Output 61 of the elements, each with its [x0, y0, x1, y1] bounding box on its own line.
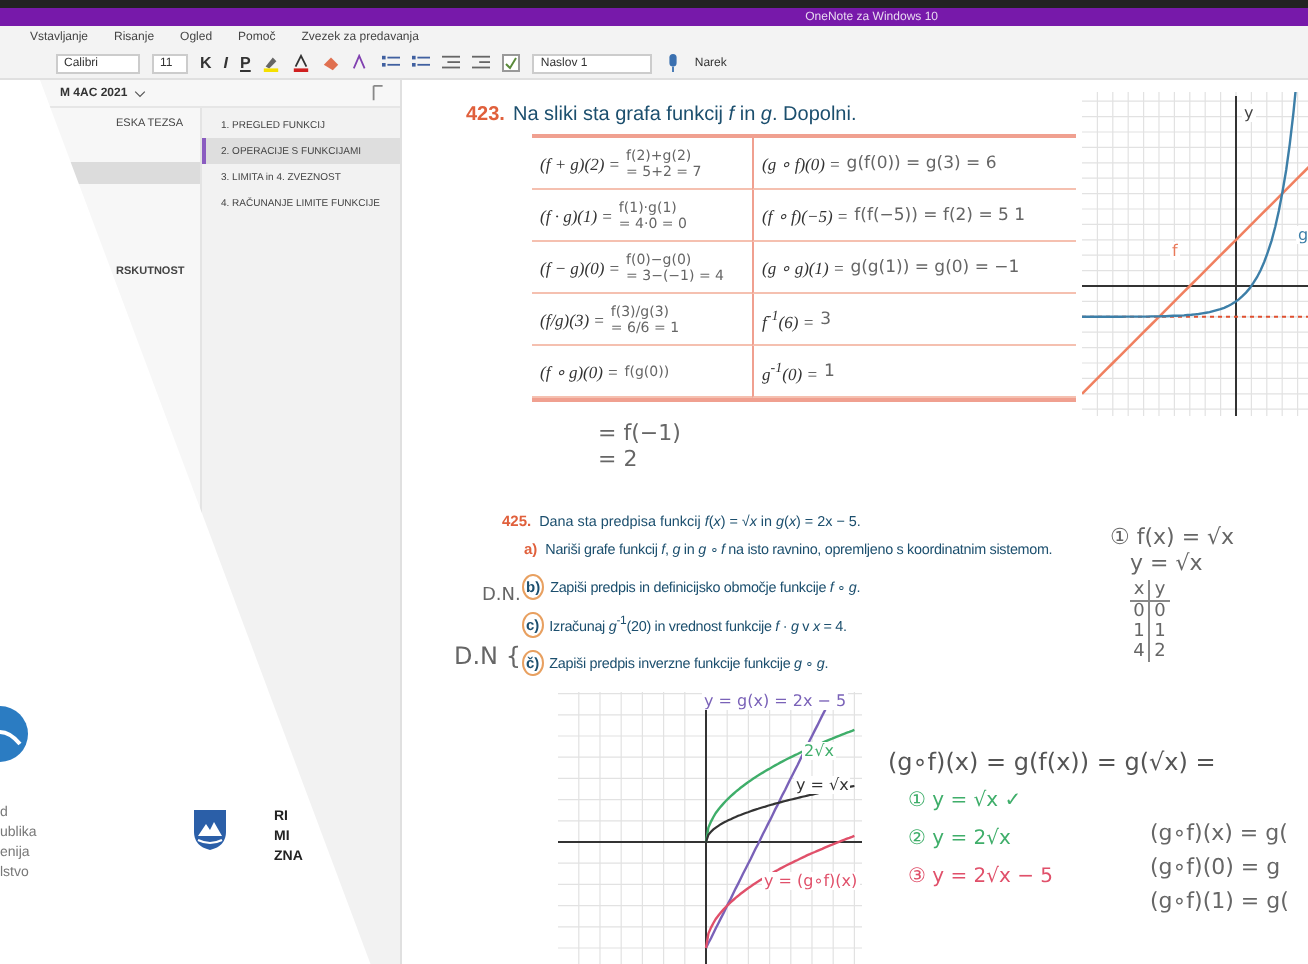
handwritten-note: ③ y = 2√x − 5	[908, 863, 1054, 892]
graph-label: y = g(x) = 2x − 5	[702, 692, 849, 710]
graph-label: y = (g∘f)(x)	[762, 872, 860, 890]
table-cell-text: 0	[1152, 602, 1168, 622]
handwritten-note: (g∘f)(1) = g(	[1150, 888, 1289, 914]
graph-label: 2√x	[802, 742, 836, 760]
handwritten-answer: g(f(0)) = g(3) = 6	[846, 153, 997, 173]
math-expression: (f ∘ g)(0) =	[540, 361, 619, 381]
handwritten-note: (g∘f)(x) = g(f(x)) = g(√x) =	[888, 746, 1216, 780]
microphone-icon[interactable]	[664, 54, 683, 72]
math-expression: g$^{-1}$(0) =	[762, 359, 818, 383]
pin-icon[interactable]	[370, 84, 388, 102]
math-expression: (f · g)(1) =	[540, 205, 613, 225]
graph-label: f	[1170, 242, 1180, 260]
math-expression: (g ∘ g)(1) =	[762, 257, 845, 277]
problem-number: 423.	[466, 104, 505, 126]
bold-button[interactable]: K	[200, 54, 212, 72]
font-color-icon[interactable]	[292, 54, 311, 72]
margin-note: D.N.	[482, 586, 521, 606]
highlighter-icon[interactable]	[262, 54, 281, 72]
handwritten-note: ① f(x) = √x	[1110, 524, 1235, 550]
bullet-list-icon[interactable]	[382, 54, 401, 72]
table-cell: 4	[1130, 642, 1150, 662]
math-expression: f$^{-1}$(6) =	[762, 307, 815, 331]
graph-label: y = √x	[794, 776, 851, 794]
handwritten-answer: = f(−1)	[598, 420, 681, 446]
handwritten-answer: f(f(−5)) = f(2) = 5 1	[854, 205, 1026, 225]
underline-button[interactable]: P	[240, 54, 251, 72]
handwritten-note: (g∘f)(0) = g	[1150, 854, 1281, 880]
handwritten-answer: 1	[823, 361, 835, 381]
indent-icon[interactable]	[472, 54, 491, 72]
handwritten-answer: g(g(1)) = g(0) = −1	[850, 257, 1020, 277]
graph-label: g	[1296, 226, 1308, 244]
handwritten-note: ② y = 2√x	[908, 825, 1011, 854]
handwritten-answer: 3	[820, 309, 831, 329]
math-expression: (f ∘ f)(−5) =	[762, 205, 849, 225]
numbered-list-icon[interactable]	[412, 54, 431, 72]
coat-of-arms-icon	[192, 808, 228, 852]
math-expression: (f − g)(0) =	[540, 257, 621, 277]
eraser-icon[interactable]	[322, 54, 341, 72]
todo-checkbox[interactable]	[502, 54, 521, 72]
text-style-icon[interactable]	[352, 54, 371, 72]
table-cell: y	[1150, 580, 1170, 602]
handwritten-note: y = √x	[1130, 550, 1203, 576]
math-expression: (f + g)(2) =	[540, 153, 621, 173]
table-cell: x	[1130, 580, 1150, 602]
graph-label: y	[1242, 104, 1256, 122]
handwritten-note: ① y = √x ✓	[908, 787, 1022, 816]
outdent-icon[interactable]	[442, 54, 461, 72]
chevron-down-icon[interactable]	[133, 87, 146, 99]
table-cell: 1	[1130, 622, 1150, 642]
table-cell-text: 1	[1152, 622, 1168, 642]
italic-button[interactable]: I	[223, 54, 229, 72]
table-cell: 0	[1130, 602, 1150, 622]
handwritten-answer: = 2	[598, 446, 638, 472]
math-expression: (f/g)(3) =	[540, 309, 605, 329]
margin-note: D.N {	[454, 642, 521, 670]
handwritten-note: (g∘f)(x) = g(	[1150, 820, 1288, 846]
problem-text: Na sliki sta grafa funkcij f in g. Dopolni.	[512, 104, 857, 126]
math-expression: (g ∘ f)(0) =	[762, 153, 841, 173]
table-cell-text: 2	[1152, 642, 1168, 662]
